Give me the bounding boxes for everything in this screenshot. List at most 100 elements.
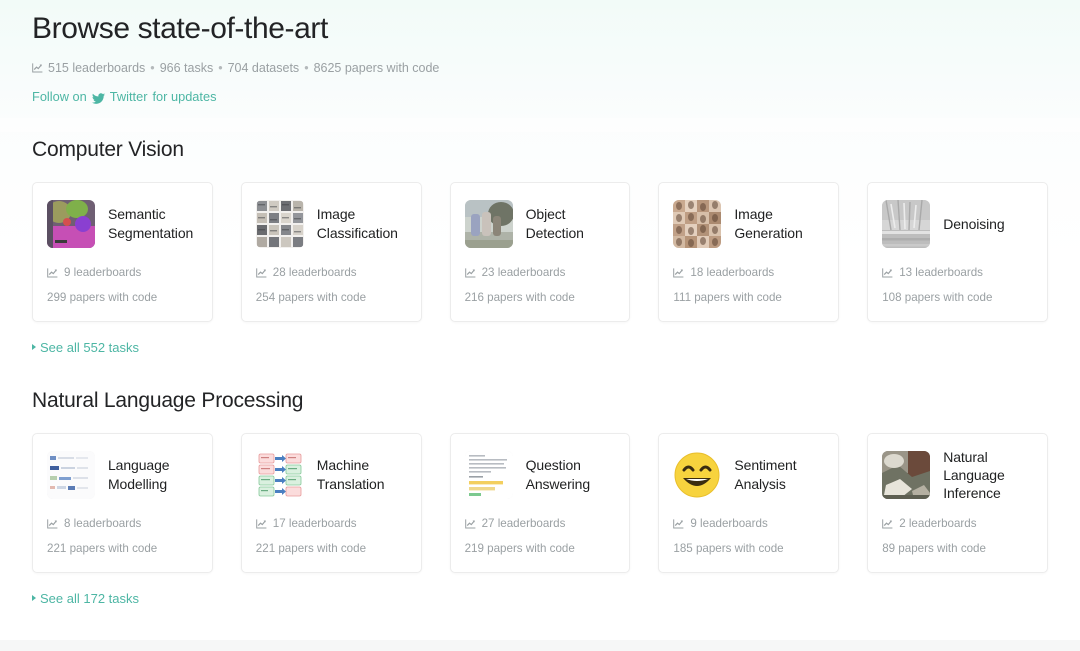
task-card-meta: 18 leaderboards 111 papers with code <box>673 253 824 305</box>
task-leaderboards-label: 18 leaderboards <box>690 265 775 279</box>
task-card-row: Semantic Segmentation 9 leaderboards 299… <box>32 181 1048 322</box>
task-leaderboards: 23 leaderboards <box>464 265 616 280</box>
stat-tasks: 966 tasks <box>159 60 214 75</box>
task-leaderboards: 13 leaderboards <box>882 266 1033 280</box>
see-all-tasks-link[interactable]: See all 552 tasks <box>32 340 139 355</box>
task-papers: 254 papers with code <box>256 291 407 305</box>
task-papers: 221 papers with code <box>47 542 198 556</box>
stat-datasets: 704 datasets <box>227 60 300 75</box>
task-card-row: Language Modelling 8 leaderboards 221 pa… <box>32 432 1048 573</box>
section-title: Natural Language Processing <box>32 388 304 412</box>
follow-on-twitter: Follow on Twitter for updates <box>32 89 1048 104</box>
see-all-tasks-label: See all 172 tasks <box>40 590 140 606</box>
machine-translation-thumbnail <box>255 450 304 499</box>
stat-papers: 8625 papers with code <box>313 60 440 75</box>
task-card-title: Natural Language Inference <box>943 448 1005 501</box>
task-card-meta: 13 leaderboards 108 papers with code <box>882 253 1033 305</box>
task-card[interactable]: Image Generation 18 leaderboards 111 pap… <box>658 181 840 322</box>
task-card[interactable]: Machine Translation 17 leaderboards 221 … <box>240 432 422 573</box>
task-card-title: Image Generation <box>734 206 803 241</box>
task-card-title: Question Answering <box>525 457 591 492</box>
twitter-link[interactable]: Twitter <box>110 89 148 104</box>
leaderboard-chart-icon <box>882 519 893 529</box>
task-card-header: Sentiment Analysis <box>673 448 824 502</box>
task-card[interactable]: Natural Language Inference 2 leaderboard… <box>867 432 1048 573</box>
twitter-icon <box>91 92 105 104</box>
leaderboard-chart-icon <box>255 268 267 278</box>
task-card-meta: 28 leaderboards 254 papers with code <box>256 253 407 305</box>
chevron-right-icon <box>32 344 36 351</box>
task-leaderboards: 9 leaderboards <box>673 517 824 531</box>
leaderboard-chart-icon <box>47 519 58 529</box>
task-leaderboards: 27 leaderboards <box>464 516 616 531</box>
task-papers-label: 216 papers with code <box>464 290 575 304</box>
follow-prefix-label: Follow on <box>32 88 87 104</box>
task-card-title: Sentiment Analysis <box>734 457 797 492</box>
section-title: Computer Vision <box>32 137 184 161</box>
task-papers-label: 221 papers with code <box>255 541 367 555</box>
task-card[interactable]: Question Answering 27 leaderboards 219 p… <box>449 432 631 573</box>
task-papers-label: 221 papers with code <box>47 541 158 555</box>
object-detection-thumbnail <box>464 199 513 248</box>
stat-separator: • <box>150 60 155 75</box>
task-card-meta: 9 leaderboards 185 papers with code <box>673 504 824 556</box>
task-leaderboards-label: 28 leaderboards <box>272 265 357 279</box>
task-leaderboards-label: 13 leaderboards <box>899 265 983 279</box>
stat-separator: • <box>218 60 223 75</box>
task-leaderboards-label: 2 leaderboards <box>899 516 977 530</box>
task-papers-label: 108 papers with code <box>882 290 993 304</box>
task-card-meta: 2 leaderboards 89 papers with code <box>882 504 1033 556</box>
task-leaderboards-label: 27 leaderboards <box>481 516 566 530</box>
task-papers: 108 papers with code <box>882 291 1033 305</box>
task-papers: 89 papers with code <box>882 542 1033 556</box>
task-card[interactable]: Denoising 13 leaderboards 108 papers wit… <box>867 181 1048 322</box>
task-papers: 221 papers with code <box>256 542 407 556</box>
task-card-header: Image Classification <box>255 197 407 251</box>
follow-suffix-label: for updates <box>152 88 217 104</box>
task-leaderboards: 2 leaderboards <box>882 517 1033 531</box>
see-all-tasks-link[interactable]: See all 172 tasks <box>32 591 139 606</box>
task-papers: 299 papers with code <box>47 291 198 305</box>
section-computer-vision: Computer Vision Semantic Segmentation 9 … <box>32 138 1048 355</box>
site-stats: 515 leaderboards • 966 tasks • 704 datas… <box>32 61 1048 76</box>
task-papers: 185 papers with code <box>673 542 824 556</box>
task-card[interactable]: Image Classification 28 leaderboards 254… <box>240 181 422 322</box>
task-card-title: Image Classification <box>316 206 398 241</box>
task-papers: 111 papers with code <box>673 291 824 305</box>
task-card-title: Machine Translation <box>316 457 385 492</box>
task-card-header: Image Generation <box>673 197 824 251</box>
task-papers-label: 89 papers with code <box>882 541 986 555</box>
task-card-meta: 23 leaderboards 216 papers with code <box>465 253 616 305</box>
task-card-header: Denoising <box>882 197 1033 251</box>
section-natural-language-processing: Natural Language Processing Language Mod… <box>32 389 1048 606</box>
task-card-header: Language Modelling <box>47 448 198 502</box>
task-papers-label: 111 papers with code <box>673 290 782 304</box>
chevron-right-icon <box>32 595 36 602</box>
task-card-header: Object Detection <box>464 197 616 251</box>
task-card[interactable]: Object Detection 23 leaderboards 216 pap… <box>449 181 631 322</box>
leaderboard-chart-icon <box>673 268 684 278</box>
task-card[interactable]: Sentiment Analysis 9 leaderboards 185 pa… <box>658 432 840 573</box>
semantic-segmentation-thumbnail <box>47 199 95 248</box>
task-card-title: Object Detection <box>525 206 584 241</box>
task-leaderboards-label: 9 leaderboards <box>64 265 142 279</box>
task-leaderboards: 28 leaderboards <box>255 265 407 280</box>
task-papers-label: 254 papers with code <box>255 290 367 304</box>
task-card[interactable]: Semantic Segmentation 9 leaderboards 299… <box>32 181 213 322</box>
task-card-meta: 9 leaderboards 299 papers with code <box>47 253 198 305</box>
task-leaderboards-label: 17 leaderboards <box>272 516 357 530</box>
image-generation-thumbnail <box>673 199 722 248</box>
leaderboard-chart-icon <box>464 268 475 278</box>
stat-leaderboards: 515 leaderboards <box>48 60 146 75</box>
task-card-meta: 27 leaderboards 219 papers with code <box>465 504 616 556</box>
task-leaderboards: 9 leaderboards <box>47 266 198 280</box>
page-title: Browse state-of-the-art <box>32 12 328 45</box>
task-card-title: Semantic Segmentation <box>108 206 194 241</box>
task-leaderboards-label: 23 leaderboards <box>481 265 566 279</box>
sentiment-analysis-thumbnail <box>673 450 722 499</box>
task-card[interactable]: Language Modelling 8 leaderboards 221 pa… <box>32 432 213 573</box>
leaderboard-chart-icon <box>882 268 893 278</box>
task-leaderboards: 17 leaderboards <box>255 516 407 531</box>
leaderboard-chart-icon <box>47 268 58 278</box>
task-card-header: Machine Translation <box>255 448 407 502</box>
